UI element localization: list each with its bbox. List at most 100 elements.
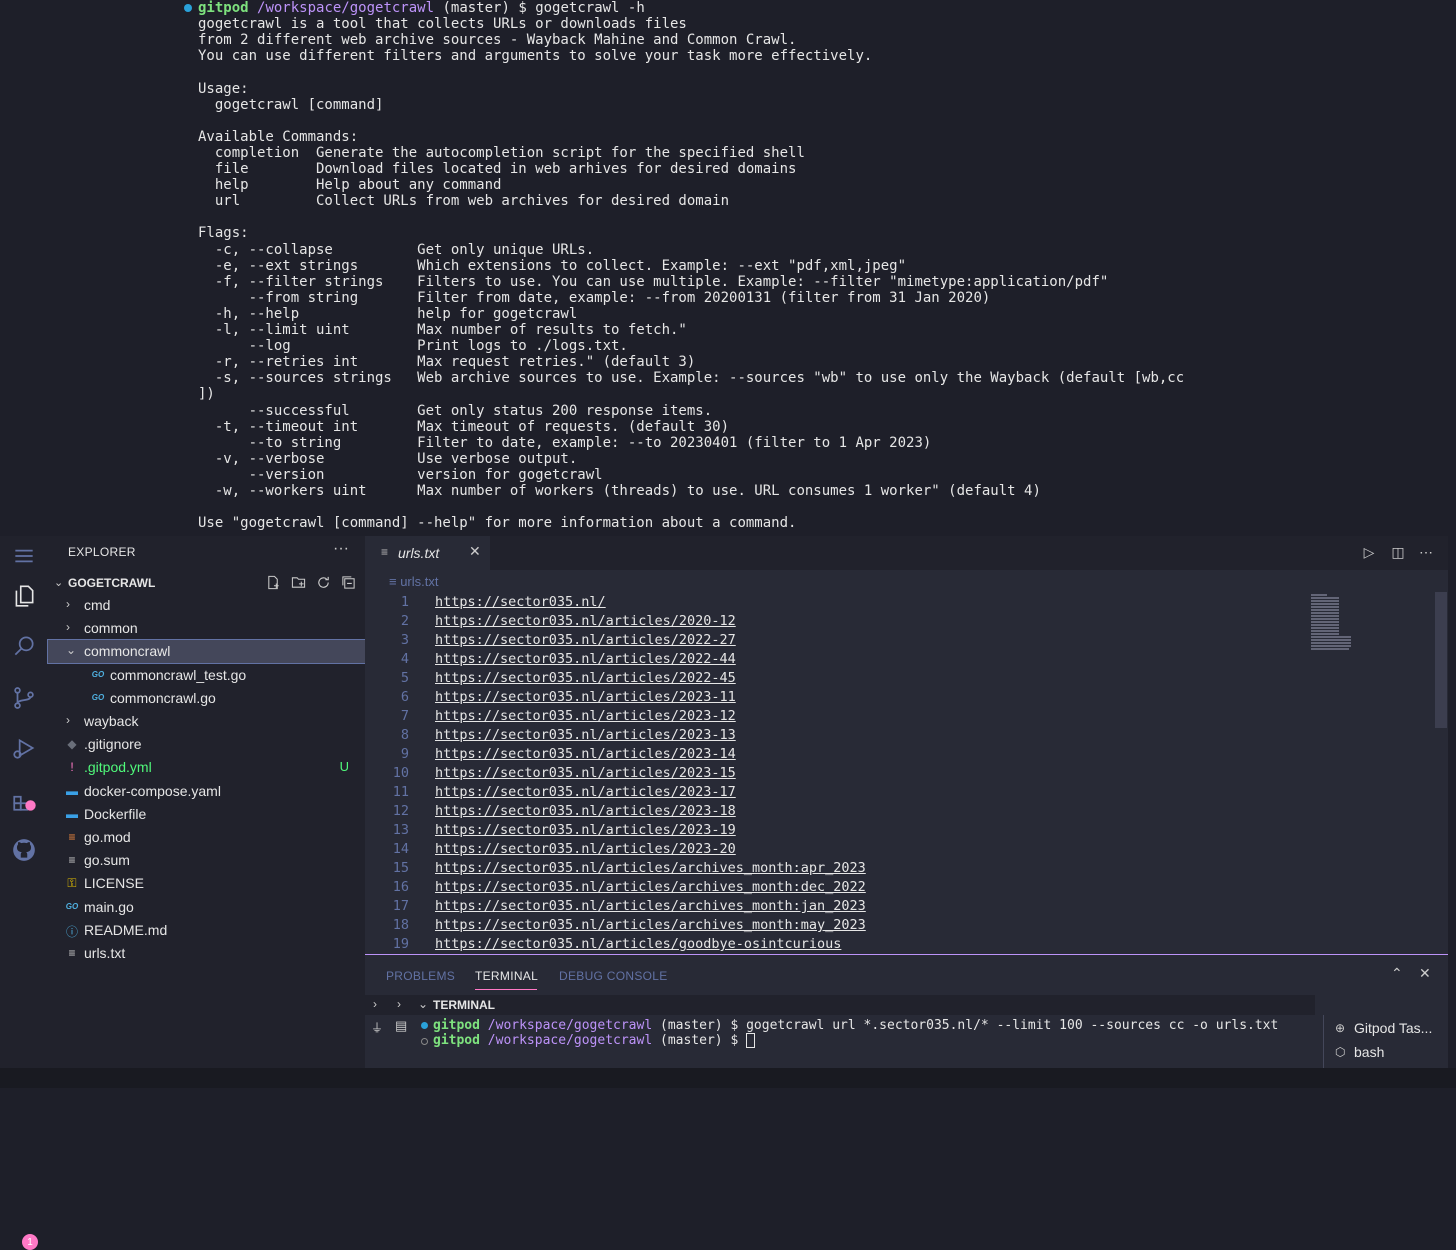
breadcrumb[interactable]: ≡ urls.txt — [389, 574, 439, 589]
line-number: 17 — [392, 898, 409, 914]
file-item[interactable]: ! .gitpod.yml U — [48, 756, 365, 779]
url-link[interactable]: https://sector035.nl/articles/2023-11 — [435, 688, 736, 707]
url-link[interactable]: https://sector035.nl/articles/archives_m… — [435, 897, 866, 916]
run-debug-icon[interactable] — [8, 732, 40, 764]
code-line[interactable]: 7 https://sector035.nl/articles/2023-12 — [365, 707, 1305, 726]
terminal-output-line: -r, --retries int Max request retries." … — [198, 354, 696, 371]
new-file-icon[interactable] — [265, 574, 282, 591]
url-link[interactable]: https://sector035.nl/articles/2023-20 — [435, 840, 736, 859]
url-link[interactable]: https://sector035.nl/articles/2023-15 — [435, 764, 736, 783]
code-line[interactable]: 12 https://sector035.nl/articles/2023-18 — [365, 802, 1305, 821]
line-number: 5 — [400, 670, 409, 686]
tab-terminal[interactable]: TERMINAL — [475, 969, 538, 983]
explorer-more-button[interactable]: ··· — [333, 540, 349, 558]
url-link[interactable]: https://sector035.nl/articles/2022-45 — [435, 669, 736, 688]
url-link[interactable]: https://sector035.nl/articles/2023-13 — [435, 726, 736, 745]
split-editor-icon[interactable]: ◫ — [1389, 544, 1407, 561]
code-line[interactable]: 10 https://sector035.nl/articles/2023-15 — [365, 764, 1305, 783]
file-item[interactable]: ◆ .gitignore — [48, 733, 365, 756]
url-link[interactable]: https://sector035.nl/articles/archives_m… — [435, 859, 866, 878]
tab-problems[interactable]: PROBLEMS — [386, 969, 455, 983]
code-line[interactable]: 9 https://sector035.nl/articles/2023-14 — [365, 745, 1305, 764]
terminal-header[interactable]: › › ⌄ TERMINAL — [365, 995, 1315, 1015]
file-item[interactable]: ▬ docker-compose.yaml — [48, 780, 365, 803]
collapse-all-icon[interactable] — [340, 574, 357, 591]
code-line[interactable]: 19 https://sector035.nl/articles/goodbye-… — [365, 935, 1305, 954]
search-icon[interactable] — [8, 630, 40, 662]
files-icon[interactable] — [8, 580, 40, 612]
code-line[interactable]: 11 https://sector035.nl/articles/2023-17 — [365, 783, 1305, 802]
url-link[interactable]: https://sector035.nl/articles/2023-18 — [435, 802, 736, 821]
file-item[interactable]: ⓘ README.md — [48, 919, 365, 942]
workspace-section-header[interactable]: ⌄ GOGETCRAWL — [48, 572, 365, 594]
url-link[interactable]: https://sector035.nl/articles/2023-14 — [435, 745, 736, 764]
file-item[interactable]: ≡ go.mod — [48, 826, 365, 849]
code-line[interactable]: 5 https://sector035.nl/articles/2022-45 — [365, 669, 1305, 688]
run-icon[interactable]: ▷ — [1360, 544, 1378, 561]
file-item[interactable]: GO commoncrawl.go — [48, 687, 365, 710]
chevron-right-icon[interactable]: › — [373, 997, 377, 1011]
github-icon[interactable] — [8, 834, 40, 866]
new-folder-icon[interactable] — [290, 574, 307, 591]
terminal-output-line: gogetcrawl is a tool that collects URLs … — [198, 16, 687, 33]
url-link[interactable]: https://sector035.nl/articles/archives_m… — [435, 878, 866, 897]
docker-icon: ▬ — [66, 783, 78, 798]
code-line[interactable]: 14 https://sector035.nl/articles/2023-20 — [365, 840, 1305, 859]
editor-scrollbar[interactable] — [1435, 592, 1447, 728]
url-link[interactable]: https://sector035.nl/articles/2022-27 — [435, 631, 736, 650]
code-line[interactable]: 8 https://sector035.nl/articles/2023-13 — [365, 726, 1305, 745]
code-line[interactable]: 6 https://sector035.nl/articles/2023-11 — [365, 688, 1305, 707]
tab-debug-console[interactable]: DEBUG CONSOLE — [559, 969, 668, 983]
code-line[interactable]: 1 https://sector035.nl/ — [365, 593, 1305, 612]
folder-item[interactable]: ⌄ commoncrawl — [47, 639, 366, 665]
terminal-line-1[interactable]: gitpod /workspace/gogetcrawl (master) $ … — [433, 1018, 1278, 1033]
more-actions-icon[interactable]: ⋯ — [1417, 544, 1435, 561]
url-link[interactable]: https://sector035.nl/ — [435, 593, 606, 612]
code-line[interactable]: 13 https://sector035.nl/articles/2023-19 — [365, 821, 1305, 840]
code-lines[interactable]: 1 https://sector035.nl/2 https://sector035… — [365, 593, 1305, 954]
url-link[interactable]: https://sector035.nl/articles/archives_m… — [435, 916, 866, 935]
terminal-output-line: -e, --ext strings Which extensions to co… — [198, 257, 907, 274]
file-item[interactable]: ⚿ LICENSE — [48, 872, 365, 895]
url-link[interactable]: https://sector035.nl/articles/2020-12 — [435, 612, 736, 631]
file-item[interactable]: ▬ Dockerfile — [48, 803, 365, 826]
tab-urls-txt[interactable]: ≡ urls.txt ✕ — [365, 536, 490, 570]
terminal-line-2[interactable]: gitpod /workspace/gogetcrawl (master) $ — [433, 1033, 756, 1048]
menu-icon[interactable] — [8, 540, 40, 572]
terminal-instance-gitpod-tasks[interactable]: Gitpod Tas... — [1354, 1020, 1432, 1036]
url-link[interactable]: https://sector035.nl/articles/2023-17 — [435, 783, 736, 802]
chevron-down-icon: ⌄ — [66, 643, 77, 658]
url-link[interactable]: https://sector035.nl/articles/2023-19 — [435, 821, 736, 840]
code-line[interactable]: 15 https://sector035.nl/articles/archives… — [365, 859, 1305, 878]
code-line[interactable]: 3 https://sector035.nl/articles/2022-27 — [365, 631, 1305, 650]
terminal-instance-bash[interactable]: bash — [1354, 1044, 1384, 1060]
url-link[interactable]: https://sector035.nl/articles/goodbye-os… — [435, 935, 841, 954]
minimap[interactable] — [1311, 594, 1371, 664]
terminal-output-line: -l, --limit uint Max number of results t… — [198, 322, 687, 338]
line-number: 9 — [400, 746, 409, 762]
file-item[interactable]: ≡ urls.txt — [48, 942, 365, 965]
code-line[interactable]: 4 https://sector035.nl/articles/2022-44 — [365, 650, 1305, 669]
code-line[interactable]: 2 https://sector035.nl/articles/2020-12 — [365, 612, 1305, 631]
refresh-icon[interactable] — [315, 574, 332, 591]
file-item[interactable]: GO main.go — [48, 896, 365, 919]
code-line[interactable]: 17 https://sector035.nl/articles/archives… — [365, 897, 1305, 916]
file-item[interactable]: GO commoncrawl_test.go — [48, 664, 365, 687]
source-control-icon[interactable] — [8, 682, 40, 714]
folder-item[interactable]: › cmd — [48, 594, 365, 617]
code-line[interactable]: 18 https://sector035.nl/articles/archives… — [365, 916, 1305, 935]
close-panel-icon[interactable]: ✕ — [1419, 965, 1431, 982]
chevron-right-icon: › — [66, 597, 70, 611]
folder-item[interactable]: › common — [48, 617, 365, 640]
close-icon[interactable]: ✕ — [469, 543, 481, 560]
extensions-icon[interactable] — [8, 784, 40, 816]
url-link[interactable]: https://sector035.nl/articles/2023-12 — [435, 707, 736, 726]
file-item[interactable]: ≡ go.sum — [48, 849, 365, 872]
code-line[interactable]: 16 https://sector035.nl/articles/archives… — [365, 878, 1305, 897]
maximize-panel-icon[interactable]: ⌃ — [1391, 965, 1403, 982]
line-number: 2 — [400, 613, 409, 629]
folder-item[interactable]: › wayback — [48, 710, 365, 733]
url-link[interactable]: https://sector035.nl/articles/2022-44 — [435, 650, 736, 669]
chevron-right-icon[interactable]: › — [397, 997, 401, 1011]
info-icon: ⓘ — [65, 924, 78, 939]
